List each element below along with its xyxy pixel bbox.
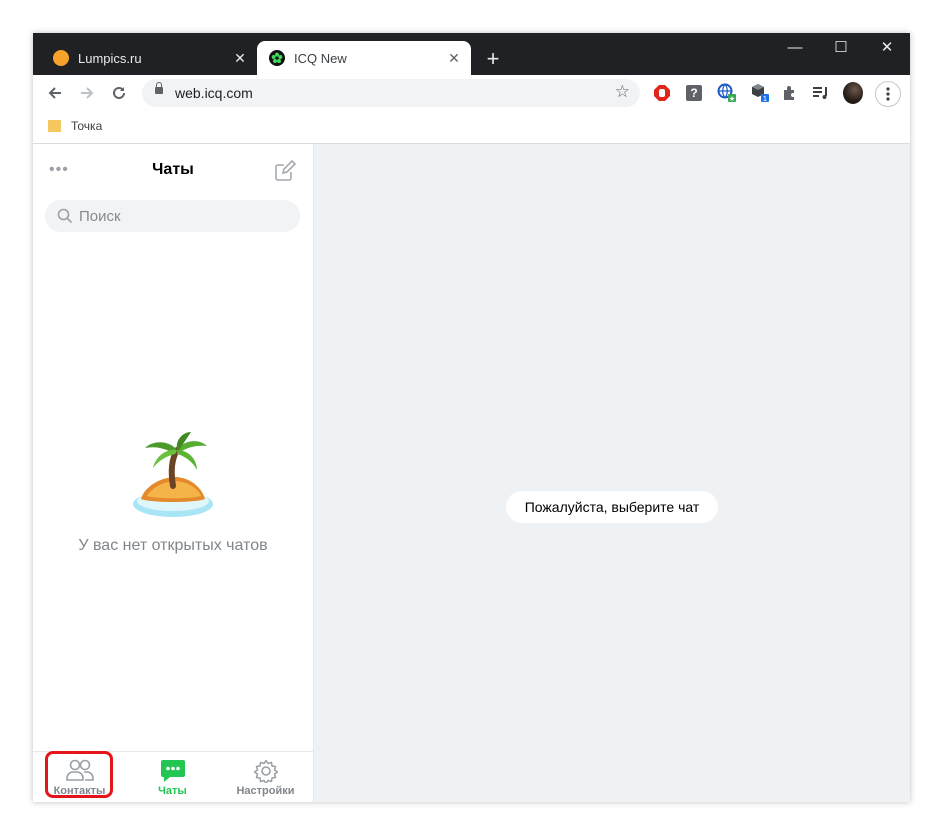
url-text: web.icq.com [175,85,253,101]
tab-title: ICQ New [294,50,347,66]
page-title: Чаты [152,161,194,178]
chat-area: Пожалуйста, выберите чат [314,144,910,802]
nav-chats[interactable]: Чаты [126,752,219,802]
chat-sidebar: ••• Чаты У вас нет открытых [33,144,314,802]
media-queue-icon[interactable] [811,83,831,103]
close-icon[interactable]: ✕ [443,50,465,67]
bookmarks-bar: Точка [33,111,910,144]
puzzle-extensions-icon[interactable] [780,83,800,103]
tab-strip: Lumpics.ru ✕ ICQ New ✕ + — ☐ ✕ [33,33,910,75]
icq-app: ••• Чаты У вас нет открытых [33,144,910,802]
maximize-button[interactable]: ☐ [818,33,864,63]
folder-icon [48,120,61,132]
help-extension-icon[interactable]: ? [684,83,704,103]
svg-text:1: 1 [763,95,767,103]
globe-extension-icon[interactable]: ★ [717,83,737,103]
search-field[interactable] [45,200,300,232]
empty-chats-message: У вас нет открытых чатов [78,537,268,554]
new-tab-button[interactable]: + [479,45,507,73]
search-input[interactable] [79,200,289,232]
avatar[interactable] [843,82,863,104]
icq-flower-icon [269,50,285,66]
search-icon [57,208,73,224]
nav-label: Настройки [236,785,295,797]
compose-icon[interactable] [274,159,297,187]
select-chat-placeholder: Пожалуйста, выберите чат [506,491,718,523]
bookmark-star-icon[interactable]: ☆ [615,82,630,102]
gear-icon [253,759,278,783]
tab-icq[interactable]: ICQ New ✕ [257,41,471,75]
tab-title: Lumpics.ru [78,50,142,66]
chats-icon [160,760,185,782]
reload-icon [113,86,125,99]
browser-toolbar: web.icq.com ☆ ? ★ 1 [33,75,910,111]
kebab-menu-icon[interactable] [875,81,901,107]
palm-island-icon [133,432,213,517]
tab-lumpics[interactable]: Lumpics.ru ✕ [41,41,257,75]
svg-text:★: ★ [729,95,735,103]
lock-icon [155,82,163,94]
contacts-highlight-frame [45,751,113,798]
arrow-right-icon [81,87,94,99]
reload-button[interactable] [105,79,133,107]
arrow-left-icon [48,87,61,99]
forward-button[interactable] [73,79,101,107]
close-window-button[interactable]: ✕ [864,33,910,63]
minimize-button[interactable]: — [772,33,818,63]
address-bar[interactable]: web.icq.com ☆ [142,79,640,107]
browser-window: Lumpics.ru ✕ ICQ New ✕ + — ☐ ✕ web.icq.c… [33,33,910,802]
back-button[interactable] [41,79,69,107]
nav-settings[interactable]: Настройки [219,752,312,802]
adblock-extension-icon[interactable] [652,83,672,103]
close-icon[interactable]: ✕ [229,50,251,67]
bookmark-item[interactable]: Точка [71,119,102,133]
orange-circle-icon [53,50,69,66]
cube-extension-icon[interactable]: 1 [750,83,770,103]
nav-label: Чаты [158,785,187,797]
